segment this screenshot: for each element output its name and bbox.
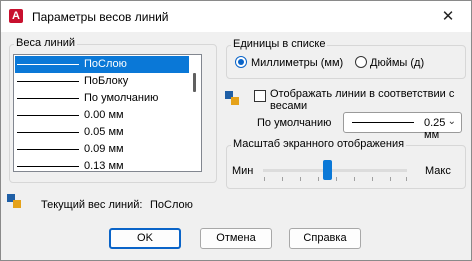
default-lineweight-select[interactable]: 0.25 мм ⌄ — [343, 112, 462, 141]
scale-min-label: Мин — [232, 165, 254, 177]
inches-label[interactable]: Дюймы (д) — [370, 57, 424, 69]
slider-tick — [300, 177, 301, 181]
lineweight-item-013[interactable]: 0.13 мм — [15, 158, 191, 172]
close-button[interactable]: ✕ — [425, 1, 471, 32]
lineweight-current-icon — [7, 194, 21, 208]
slider-tick — [354, 177, 355, 181]
display-lineweight-label[interactable]: Отображать линии в соответствии с весами — [270, 88, 460, 112]
lineweight-item-bylayer[interactable]: ПоСлою — [15, 56, 191, 73]
slider-tick — [264, 177, 265, 181]
lineweight-item-byblock[interactable]: ПоБлоку — [15, 73, 191, 90]
line-preview — [17, 115, 79, 116]
slider-tick — [390, 177, 391, 181]
slider-tick — [406, 177, 407, 181]
lineweights-legend: Веса линий — [14, 37, 78, 49]
millimeters-label[interactable]: Миллиметры (мм) — [251, 57, 343, 69]
slider-tick — [372, 177, 373, 181]
line-preview — [17, 132, 79, 133]
close-icon: ✕ — [441, 8, 455, 25]
dialog-title: Параметры весов линий — [32, 10, 169, 24]
lineweight-label: ПоБлоку — [84, 75, 129, 87]
chevron-down-icon: ⌄ — [447, 116, 456, 127]
slider-tick — [282, 177, 283, 181]
scrollbar-thumb[interactable] — [193, 73, 196, 92]
display-lineweight-label-line1: Отображать линии в соответствии с — [270, 88, 455, 100]
line-preview — [352, 122, 414, 123]
autocad-icon — [9, 9, 23, 23]
lineweight-item-005[interactable]: 0.05 мм — [15, 124, 191, 141]
current-lineweight-value: ПоСлою — [150, 199, 193, 211]
slider-tick — [336, 177, 337, 181]
lineweights-list[interactable]: ПоСлою ПоБлоку По умолчанию 0.00 мм 0.05… — [13, 54, 202, 172]
list-scrollbar[interactable] — [189, 55, 201, 171]
lineweight-item-default[interactable]: По умолчанию — [15, 90, 191, 107]
lineweight-label: ПоСлою — [84, 58, 127, 70]
lineweight-display-icon — [225, 91, 239, 105]
millimeters-radio[interactable] — [235, 56, 247, 68]
lineweight-label: 0.13 мм — [84, 160, 124, 172]
units-legend: Единицы в списке — [231, 38, 328, 50]
display-lineweight-label-line2: весами — [270, 100, 308, 112]
help-button[interactable]: Справка — [289, 228, 361, 249]
lineweight-item-000[interactable]: 0.00 мм — [15, 107, 191, 124]
line-preview — [17, 149, 79, 150]
line-preview — [17, 98, 79, 99]
lineweight-label: 0.00 мм — [84, 109, 124, 121]
current-lineweight-label: Текущий вес линий: — [41, 199, 143, 211]
lineweight-label: 0.09 мм — [84, 143, 124, 155]
display-lineweight-checkbox[interactable] — [254, 90, 266, 102]
scale-max-label: Макс — [425, 165, 451, 177]
line-preview — [17, 81, 79, 82]
title-bar: Параметры весов линий ✕ — [1, 1, 471, 32]
lineweight-label: 0.05 мм — [84, 126, 124, 138]
lineweight-item-009[interactable]: 0.09 мм — [15, 141, 191, 158]
lineweight-label: По умолчанию — [84, 92, 159, 104]
default-label: По умолчанию — [257, 117, 332, 129]
scale-slider-thumb[interactable] — [323, 160, 332, 180]
scale-legend: Масштаб экранного отображения — [231, 138, 407, 150]
inches-radio[interactable] — [355, 56, 367, 68]
ok-button[interactable]: OK — [109, 228, 181, 249]
cancel-button[interactable]: Отмена — [200, 228, 272, 249]
line-preview — [17, 64, 79, 65]
slider-tick — [318, 177, 319, 181]
scale-slider-track[interactable] — [263, 169, 407, 172]
line-preview — [17, 166, 79, 167]
